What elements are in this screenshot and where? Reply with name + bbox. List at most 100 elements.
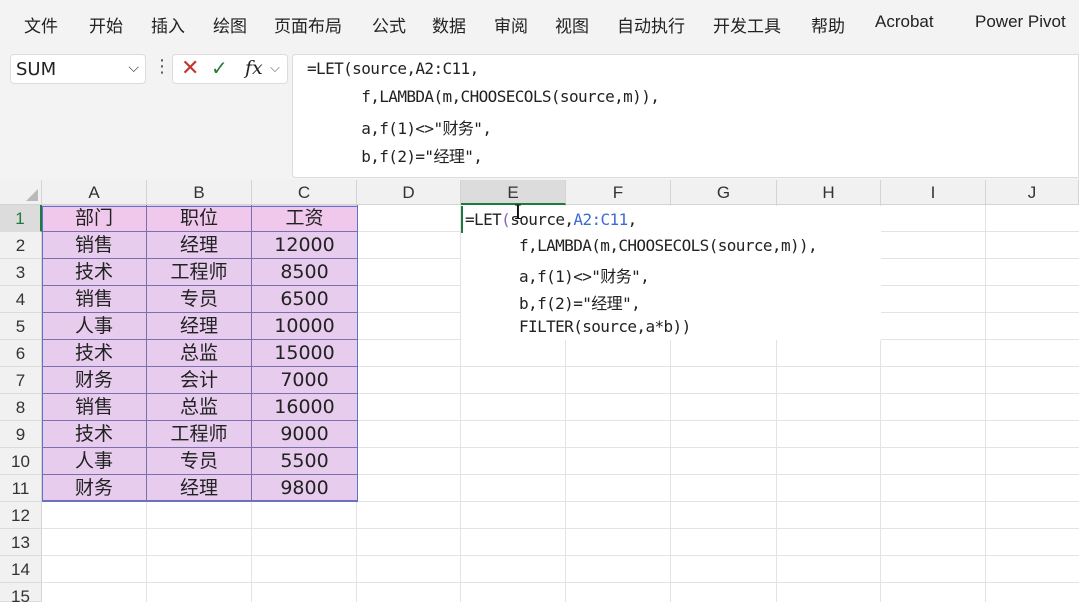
menu-draw[interactable]: 绘图 — [213, 12, 247, 37]
formula-bar-area: SUM ⌵ ⋮ ✕ ✓ fx ⌵ =LET(source,A2:C11, f,L… — [0, 46, 1079, 180]
table-cell[interactable]: 5500 — [252, 448, 358, 475]
menu-acrobat[interactable]: Acrobat — [875, 12, 934, 32]
column-header-f[interactable]: F — [566, 180, 671, 205]
table-cell[interactable]: 经理 — [147, 475, 252, 502]
column-header-d[interactable]: D — [357, 180, 461, 205]
table-header-cell[interactable]: 工资 — [252, 205, 358, 232]
menu-automate[interactable]: 自动执行 — [617, 12, 685, 37]
column-header-a[interactable]: A — [42, 180, 147, 205]
formula-line-3: a,f(1)<>"财务", — [307, 119, 492, 138]
name-box-value: SUM — [16, 59, 57, 80]
menu-view[interactable]: 视图 — [555, 12, 589, 37]
table-cell[interactable]: 12000 — [252, 232, 358, 259]
row-header-15[interactable]: 15 — [0, 583, 42, 602]
table-cell[interactable]: 6500 — [252, 286, 358, 313]
menu-formulas[interactable]: 公式 — [372, 12, 406, 37]
chevron-down-icon[interactable]: ⌵ — [128, 60, 139, 76]
formula-line-4: b,f(2)="经理", — [307, 147, 483, 166]
table-cell[interactable]: 技术 — [42, 421, 147, 448]
table-cell[interactable]: 财务 — [42, 475, 147, 502]
menu-power-pivot[interactable]: Power Pivot — [975, 12, 1066, 32]
row-header-2[interactable]: 2 — [0, 232, 42, 259]
select-all-corner[interactable] — [0, 180, 42, 205]
table-cell[interactable]: 专员 — [147, 286, 252, 313]
table-cell[interactable]: 经理 — [147, 232, 252, 259]
table-cell[interactable]: 总监 — [147, 340, 252, 367]
table-cell[interactable]: 技术 — [42, 259, 147, 286]
column-header-j[interactable]: J — [986, 180, 1079, 205]
table-header-cell[interactable]: 部门 — [42, 205, 147, 232]
gridline — [42, 528, 1079, 529]
table-cell[interactable]: 人事 — [42, 313, 147, 340]
row-header-13[interactable]: 13 — [0, 529, 42, 556]
name-box[interactable]: SUM ⌵ — [10, 54, 146, 84]
enter-check-icon[interactable]: ✓ — [211, 56, 228, 80]
row-header-5[interactable]: 5 — [0, 313, 42, 340]
select-all-icon — [26, 189, 38, 201]
table-cell[interactable]: 人事 — [42, 448, 147, 475]
table-cell[interactable]: 总监 — [147, 394, 252, 421]
menu-help[interactable]: 帮助 — [811, 12, 845, 37]
edit-line-5: FILTER(source,a*b)) — [519, 317, 691, 336]
row-header-12[interactable]: 12 — [0, 502, 42, 529]
table-cell[interactable]: 工程师 — [147, 259, 252, 286]
table-cell[interactable]: 技术 — [42, 340, 147, 367]
menu-data[interactable]: 数据 — [432, 12, 466, 37]
more-options-icon[interactable]: ⋮ — [153, 56, 171, 77]
table-cell[interactable]: 会计 — [147, 367, 252, 394]
cell-editor-e1[interactable]: =LET(source,A2:C11, f,LAMBDA(m,CHOOSECOL… — [461, 206, 881, 340]
gridline — [42, 582, 1079, 583]
column-header-h[interactable]: H — [777, 180, 881, 205]
table-cell[interactable]: 16000 — [252, 394, 358, 421]
table-cell[interactable]: 9800 — [252, 475, 358, 502]
column-header-i[interactable]: I — [881, 180, 986, 205]
table-cell[interactable]: 9000 — [252, 421, 358, 448]
table-cell[interactable]: 销售 — [42, 232, 147, 259]
table-cell[interactable]: 15000 — [252, 340, 358, 367]
formula-line-1: =LET(source,A2:C11, — [307, 59, 479, 78]
gridline — [985, 205, 986, 602]
table-header-cell[interactable]: 职位 — [147, 205, 252, 232]
menu-home[interactable]: 开始 — [89, 12, 123, 37]
menu-review[interactable]: 审阅 — [494, 12, 528, 37]
row-header-10[interactable]: 10 — [0, 448, 42, 475]
insert-function-icon[interactable]: fx — [245, 57, 263, 79]
table-cell[interactable]: 销售 — [42, 286, 147, 313]
table-cell[interactable]: 7000 — [252, 367, 358, 394]
formula-line-2: f,LAMBDA(m,CHOOSECOLS(source,m)), — [307, 87, 660, 106]
row-header-14[interactable]: 14 — [0, 556, 42, 583]
formula-input[interactable]: =LET(source,A2:C11, f,LAMBDA(m,CHOOSECOL… — [292, 54, 1079, 178]
table-cell[interactable]: 专员 — [147, 448, 252, 475]
chevron-down-icon[interactable]: ⌵ — [270, 61, 280, 76]
row-header-1[interactable]: 1 — [0, 205, 42, 232]
formula-actions: ✕ ✓ fx ⌵ — [172, 54, 288, 84]
gridline — [42, 555, 1079, 556]
menu-page-layout[interactable]: 页面布局 — [274, 12, 342, 37]
row-header-4[interactable]: 4 — [0, 286, 42, 313]
table-cell[interactable]: 10000 — [252, 313, 358, 340]
cancel-icon[interactable]: ✕ — [181, 56, 199, 81]
active-cell-indicator — [461, 206, 463, 233]
table-cell[interactable]: 经理 — [147, 313, 252, 340]
table-cell[interactable]: 销售 — [42, 394, 147, 421]
row-header-7[interactable]: 7 — [0, 367, 42, 394]
edit-line-2: f,LAMBDA(m,CHOOSECOLS(source,m)), — [519, 236, 818, 255]
edit-line-3: a,f(1)<>"财务", — [519, 267, 650, 286]
row-header-3[interactable]: 3 — [0, 259, 42, 286]
column-header-g[interactable]: G — [671, 180, 777, 205]
ribbon-menu-bar: 文件 开始 插入 绘图 页面布局 公式 数据 审阅 视图 自动执行 开发工具 帮… — [0, 0, 1079, 46]
table-cell[interactable]: 财务 — [42, 367, 147, 394]
edit-line-4: b,f(2)="经理", — [519, 294, 641, 313]
column-header-b[interactable]: B — [147, 180, 252, 205]
table-cell[interactable]: 8500 — [252, 259, 358, 286]
menu-file[interactable]: 文件 — [24, 12, 58, 37]
row-header-8[interactable]: 8 — [0, 394, 42, 421]
row-header-9[interactable]: 9 — [0, 421, 42, 448]
column-header-c[interactable]: C — [252, 180, 357, 205]
menu-developer[interactable]: 开发工具 — [713, 12, 781, 37]
menu-insert[interactable]: 插入 — [151, 12, 185, 37]
row-header-11[interactable]: 11 — [0, 475, 42, 502]
table-cell[interactable]: 工程师 — [147, 421, 252, 448]
row-header-6[interactable]: 6 — [0, 340, 42, 367]
text-cursor-icon: I — [514, 200, 522, 224]
